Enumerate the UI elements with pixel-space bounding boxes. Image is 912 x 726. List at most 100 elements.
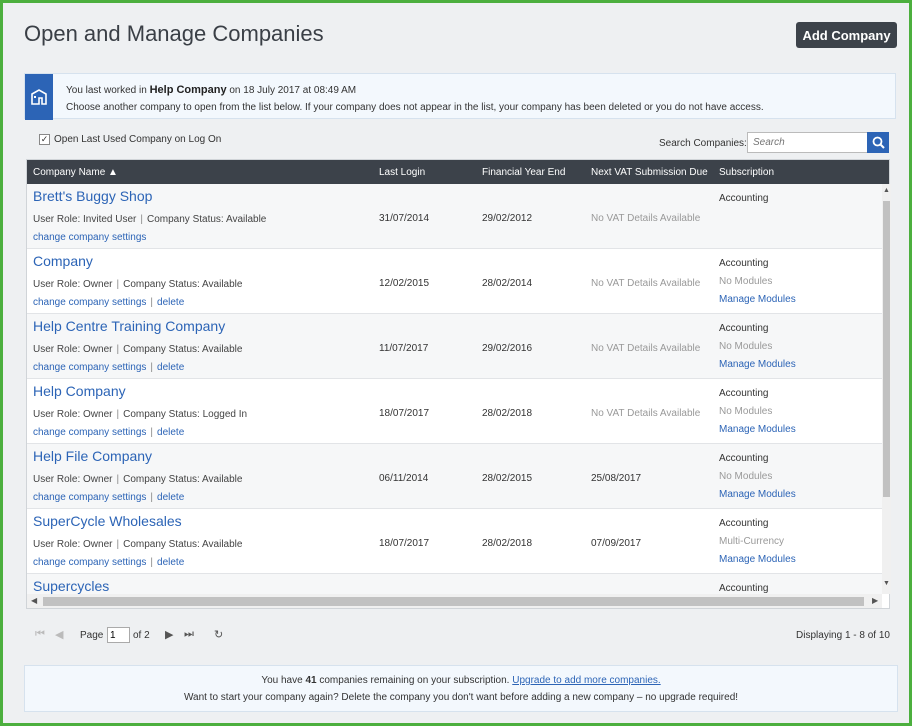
scroll-right-icon[interactable]: ▶: [872, 596, 878, 605]
subscription-modules: No Modules: [719, 406, 773, 417]
company-name-link[interactable]: Help File Company: [33, 448, 152, 464]
company-actions: change company settings | delete: [33, 557, 185, 568]
company-actions: change company settings | delete: [33, 297, 185, 308]
fye-value: 29/02/2016: [482, 343, 533, 354]
last-page-icon[interactable]: ⏭: [184, 628, 194, 641]
company-name-link[interactable]: Brett's Buggy Shop: [33, 188, 152, 204]
last-login-value: 18/07/2017: [379, 538, 430, 549]
page-title: Open and Manage Companies: [24, 21, 324, 46]
company-row[interactable]: Help File Company User Role: Owner | Compan…: [27, 444, 882, 509]
company-name-link[interactable]: SuperCycle Wholesales: [33, 513, 182, 529]
manage-modules-link[interactable]: Manage Modules: [719, 489, 796, 500]
change-settings-link[interactable]: change company settings: [33, 232, 146, 243]
last-login-value: 12/02/2015: [379, 278, 430, 289]
change-settings-link[interactable]: change company settings: [33, 427, 146, 438]
subscription-modules: No Modules: [719, 341, 773, 352]
delete-link[interactable]: delete: [157, 427, 184, 438]
restart-hint: Want to start your company again? Delete…: [183, 692, 739, 703]
last-company-name: Help Company: [149, 84, 227, 96]
fye-value: 29/02/2012: [482, 213, 533, 224]
fye-value: 28/02/2015: [482, 473, 533, 484]
company-row[interactable]: Help Centre Training Company User Role: O…: [27, 314, 882, 379]
change-settings-link[interactable]: change company settings: [33, 557, 146, 568]
open-last-label: Open Last Used Company on Log On: [54, 134, 222, 145]
fye-value: 28/02/2014: [482, 278, 533, 289]
scroll-up-icon[interactable]: ▲: [883, 187, 890, 194]
open-last-checkbox[interactable]: ✓: [39, 134, 50, 145]
scroll-left-icon[interactable]: ◀: [31, 596, 37, 605]
remaining-text: You have 41 companies remaining on your …: [261, 675, 661, 686]
delete-link[interactable]: delete: [157, 557, 184, 568]
subscription-footer: You have 41 companies remaining on your …: [24, 665, 898, 712]
company-name-link[interactable]: Help Centre Training Company: [33, 318, 225, 334]
change-settings-link[interactable]: change company settings: [33, 492, 146, 503]
company-row[interactable]: Company User Role: Owner | Company Status: …: [27, 249, 882, 314]
col-financial-year-end[interactable]: Financial Year End: [482, 167, 565, 178]
search-label: Search Companies:: [659, 138, 747, 149]
company-actions: change company settings | delete: [33, 362, 185, 373]
company-actions: change company settings | delete: [33, 492, 185, 503]
last-worked-text: You last worked in Help Company on 18 Ju…: [66, 84, 357, 96]
vertical-scroll-thumb[interactable]: [883, 201, 890, 497]
col-last-login[interactable]: Last Login: [379, 167, 425, 178]
page-count: of 2: [133, 630, 150, 641]
company-role-status: User Role: Invited User | Company Status: …: [33, 214, 267, 225]
delete-link[interactable]: delete: [157, 297, 184, 308]
delete-link[interactable]: delete: [157, 492, 184, 503]
prev-page-icon[interactable]: ◀: [55, 628, 63, 641]
subscription-plan: Accounting: [719, 453, 769, 464]
scroll-down-icon[interactable]: ▼: [883, 580, 890, 587]
last-login-value: 06/11/2014: [379, 473, 429, 484]
vat-due-value: No VAT Details Available: [591, 343, 701, 354]
manage-modules-link[interactable]: Manage Modules: [719, 424, 796, 435]
col-subscription[interactable]: Subscription: [719, 167, 774, 178]
company-row[interactable]: Supercycles Accounting: [27, 574, 882, 594]
manage-modules-link[interactable]: Manage Modules: [719, 554, 796, 565]
change-settings-link[interactable]: change company settings: [33, 362, 146, 373]
refresh-icon[interactable]: ↻: [214, 628, 223, 641]
delete-link[interactable]: delete: [157, 362, 184, 373]
horizontal-scroll-thumb[interactable]: [43, 597, 864, 606]
fye-value: 28/02/2018: [482, 408, 533, 419]
company-name-link[interactable]: Help Company: [33, 383, 126, 399]
info-instructions: Choose another company to open from the …: [66, 102, 764, 113]
col-company-name[interactable]: Company Name ▲: [33, 167, 118, 178]
vat-due-value: No VAT Details Available: [591, 408, 701, 419]
company-name-link[interactable]: Company: [33, 253, 93, 269]
change-settings-link[interactable]: change company settings: [33, 297, 146, 308]
vertical-scrollbar[interactable]: ▲ ▼: [882, 184, 891, 594]
page-number-input[interactable]: [107, 627, 130, 643]
open-last-option[interactable]: ✓ Open Last Used Company on Log On: [39, 134, 221, 145]
vat-due-value: No VAT Details Available: [591, 213, 701, 224]
company-role-status: User Role: Owner | Company Status: Availab…: [33, 344, 243, 355]
company-role-status: User Role: Owner | Company Status: Availab…: [33, 474, 243, 485]
next-page-icon[interactable]: ▶: [165, 628, 173, 641]
add-company-button[interactable]: Add Company: [796, 22, 897, 48]
horizontal-scrollbar[interactable]: ◀ ▶: [27, 594, 882, 608]
manage-modules-link[interactable]: Manage Modules: [719, 359, 796, 370]
search-button[interactable]: [867, 132, 889, 153]
remaining-count: 41: [305, 675, 317, 686]
subscription-plan: Accounting: [719, 583, 769, 594]
subscription-plan: Accounting: [719, 323, 769, 334]
company-name-link[interactable]: Supercycles: [33, 578, 109, 594]
search-input[interactable]: [747, 132, 868, 153]
company-row[interactable]: SuperCycle Wholesales User Role: Owner | Co…: [27, 509, 882, 574]
subscription-plan: Accounting: [719, 258, 769, 269]
company-row[interactable]: Brett's Buggy Shop User Role: Invited Use…: [27, 184, 882, 249]
subscription-modules: No Modules: [719, 276, 773, 287]
pager: ⏮ ◀ Page of 2 ▶ ⏭ ↻ Displaying 1 - 8 of …: [26, 623, 890, 647]
last-login-value: 31/07/2014: [379, 213, 430, 224]
companies-grid: Company Name ▲ Last Login Financial Year…: [26, 159, 891, 609]
last-login-value: 11/07/2017: [379, 343, 429, 354]
subscription-plan: Accounting: [719, 193, 769, 204]
grid-rows: Brett's Buggy Shop User Role: Invited Use…: [27, 184, 882, 594]
col-vat-due[interactable]: Next VAT Submission Due: [591, 167, 708, 178]
upgrade-link[interactable]: Upgrade to add more companies.: [512, 675, 660, 686]
company-role-status: User Role: Owner | Company Status: Logged …: [33, 409, 248, 420]
subscription-modules: Multi-Currency: [719, 536, 785, 547]
company-row[interactable]: Help Company User Role: Owner | Company Sta…: [27, 379, 882, 444]
page-label: Page: [80, 630, 104, 641]
manage-modules-link[interactable]: Manage Modules: [719, 294, 796, 305]
first-page-icon[interactable]: ⏮: [35, 628, 45, 641]
